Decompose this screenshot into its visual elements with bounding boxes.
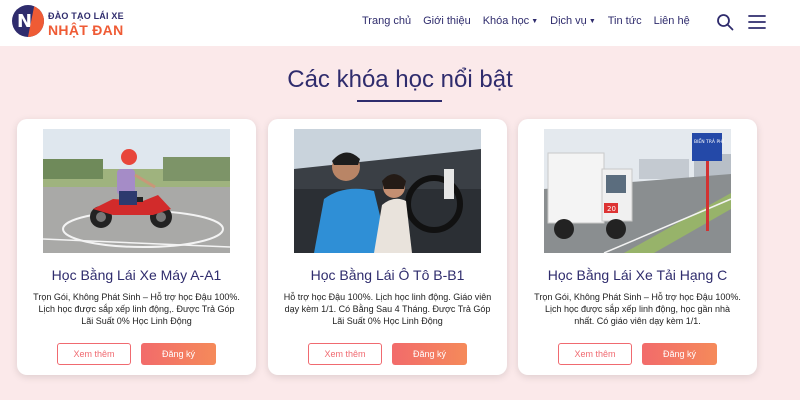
course-description: Trọn Gói, Không Phát Sinh – Hỗ trợ học Đ… bbox=[534, 292, 741, 326]
view-more-button[interactable]: Xem thêm bbox=[57, 343, 131, 365]
truck-training-image: 20 BIỂN TRẢ PHÍ bbox=[544, 129, 731, 253]
nav-item-contact[interactable]: Liên hệ bbox=[654, 15, 690, 27]
car-training-image bbox=[294, 129, 481, 253]
view-more-button[interactable]: Xem thêm bbox=[558, 343, 632, 365]
course-title: Học Bằng Lái Xe Tải Hạng C bbox=[547, 267, 728, 283]
logo-mark-icon: N bbox=[12, 5, 44, 37]
site-header: N ĐÀO TẠO LÁI XE NHẬT ĐAN Trang chủ Giới… bbox=[0, 0, 800, 46]
nav-item-courses[interactable]: Khóa học ▼ bbox=[483, 15, 538, 27]
site-logo[interactable]: N ĐÀO TẠO LÁI XE NHẬT ĐAN bbox=[12, 5, 124, 39]
chevron-down-icon: ▼ bbox=[531, 17, 539, 25]
course-title: Học Bằng Lái Xe Máy A-A1 bbox=[51, 267, 222, 283]
section-title: Các khóa học nổi bật bbox=[287, 66, 513, 93]
nav-item-news[interactable]: Tin tức bbox=[608, 15, 642, 27]
title-underline bbox=[357, 100, 442, 102]
logo-brand-name: NHẬT ĐAN bbox=[48, 22, 124, 38]
hamburger-menu-icon[interactable] bbox=[748, 14, 766, 30]
nav-item-services[interactable]: Dịch vụ ▼ bbox=[550, 15, 596, 27]
register-button[interactable]: Đăng ký bbox=[392, 343, 467, 365]
course-description: Hỗ trợ học Đậu 100%. Lịch học linh động.… bbox=[283, 292, 492, 326]
course-card-car: Học Bằng Lái Ô Tô B-B1 Hỗ trợ học Đậu 10… bbox=[268, 119, 507, 375]
logo-top-text: ĐÀO TẠO LÁI XE bbox=[48, 11, 124, 21]
search-icon[interactable] bbox=[716, 13, 734, 31]
nav-item-about[interactable]: Giới thiệu bbox=[423, 15, 471, 27]
course-card-truck: 20 BIỂN TRẢ PHÍ Học Bằng Lái Xe Tải Hạng… bbox=[518, 119, 757, 375]
nav-item-home[interactable]: Trang chủ bbox=[362, 15, 411, 27]
motorbike-training-image bbox=[43, 129, 230, 253]
chevron-down-icon: ▼ bbox=[588, 17, 596, 25]
svg-text:20: 20 bbox=[607, 205, 616, 213]
course-description: Trọn Gói, Không Phát Sinh – Hỗ trợ học Đ… bbox=[33, 292, 240, 326]
view-more-button[interactable]: Xem thêm bbox=[308, 343, 382, 365]
register-button[interactable]: Đăng ký bbox=[141, 343, 216, 365]
course-title: Học Bằng Lái Ô Tô B-B1 bbox=[310, 267, 465, 283]
register-button[interactable]: Đăng ký bbox=[642, 343, 717, 365]
course-card-motorbike: Học Bằng Lái Xe Máy A-A1 Trọn Gói, Không… bbox=[17, 119, 256, 375]
main-nav: Trang chủ Giới thiệu Khóa học ▼ Dịch vụ ▼ … bbox=[362, 15, 702, 27]
